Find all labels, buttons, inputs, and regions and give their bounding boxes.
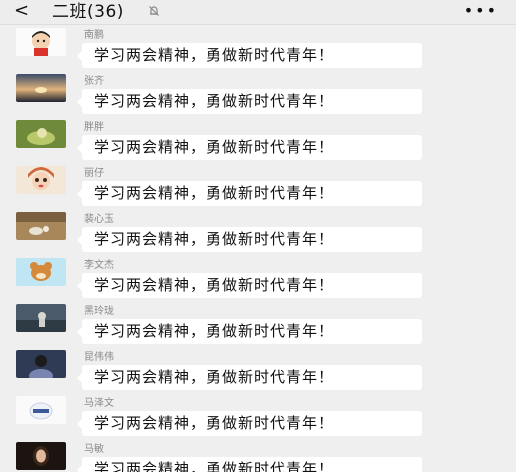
avatar[interactable]	[16, 396, 66, 424]
avatar[interactable]	[16, 212, 66, 240]
message-row: 马泽文 学习两会精神，勇做新时代青年！	[0, 396, 516, 442]
avatar[interactable]	[16, 74, 66, 102]
avatar[interactable]	[16, 442, 66, 470]
avatar[interactable]	[16, 28, 66, 56]
chat-header: < 二班(36) •••	[0, 0, 516, 25]
message-bubble[interactable]: 学习两会精神，勇做新时代青年！	[77, 227, 422, 252]
message-bubble[interactable]: 学习两会精神，勇做新时代青年！	[77, 181, 422, 206]
more-options-button[interactable]: •••	[464, 3, 498, 19]
message-row: 李文杰 学习两会精神，勇做新时代青年！	[0, 258, 516, 304]
message-bubble[interactable]: 学习两会精神，勇做新时代青年！	[77, 411, 422, 436]
back-button[interactable]: <	[14, 1, 29, 21]
message-row: 胖胖 学习两会精神，勇做新时代青年！	[0, 120, 516, 166]
message-row: 丽仔 学习两会精神，勇做新时代青年！	[0, 166, 516, 212]
sender-name: 丽仔	[84, 168, 104, 179]
sender-name: 昆伟伟	[84, 352, 114, 363]
message-row: 南鹏 学习两会精神，勇做新时代青年！	[0, 28, 516, 74]
avatar[interactable]	[16, 304, 66, 332]
avatar[interactable]	[16, 258, 66, 286]
sender-name: 黑玲珑	[84, 306, 114, 317]
mute-bell-icon	[147, 3, 161, 17]
sender-name: 裴心玉	[84, 214, 114, 225]
avatar[interactable]	[16, 120, 66, 148]
message-bubble[interactable]: 学习两会精神，勇做新时代青年！	[77, 43, 422, 68]
message-row: 裴心玉 学习两会精神，勇做新时代青年！	[0, 212, 516, 258]
message-row: 昆伟伟 学习两会精神，勇做新时代青年！	[0, 350, 516, 396]
message-row: 黑玲珑 学习两会精神，勇做新时代青年！	[0, 304, 516, 350]
message-row: 马敏 学习两会精神，勇做新时代青年！	[0, 442, 516, 472]
sender-name: 马泽文	[84, 398, 114, 409]
message-list[interactable]: 南鹏 学习两会精神，勇做新时代青年！ 张齐 学习两会精神，勇做新时代青年！ 胖胖…	[0, 24, 516, 472]
message-bubble[interactable]: 学习两会精神，勇做新时代青年！	[77, 273, 422, 298]
message-bubble[interactable]: 学习两会精神，勇做新时代青年！	[77, 457, 422, 472]
message-bubble[interactable]: 学习两会精神，勇做新时代青年！	[77, 89, 422, 114]
sender-name: 马敏	[84, 444, 104, 455]
sender-name: 张齐	[84, 76, 104, 87]
message-bubble[interactable]: 学习两会精神，勇做新时代青年！	[77, 319, 422, 344]
avatar[interactable]	[16, 350, 66, 378]
avatar[interactable]	[16, 166, 66, 194]
sender-name: 李文杰	[84, 260, 114, 271]
message-bubble[interactable]: 学习两会精神，勇做新时代青年！	[77, 135, 422, 160]
chat-title: 二班(36)	[52, 2, 124, 22]
message-row: 张齐 学习两会精神，勇做新时代青年！	[0, 74, 516, 120]
sender-name: 胖胖	[84, 122, 104, 133]
sender-name: 南鹏	[84, 30, 104, 41]
message-bubble[interactable]: 学习两会精神，勇做新时代青年！	[77, 365, 422, 390]
